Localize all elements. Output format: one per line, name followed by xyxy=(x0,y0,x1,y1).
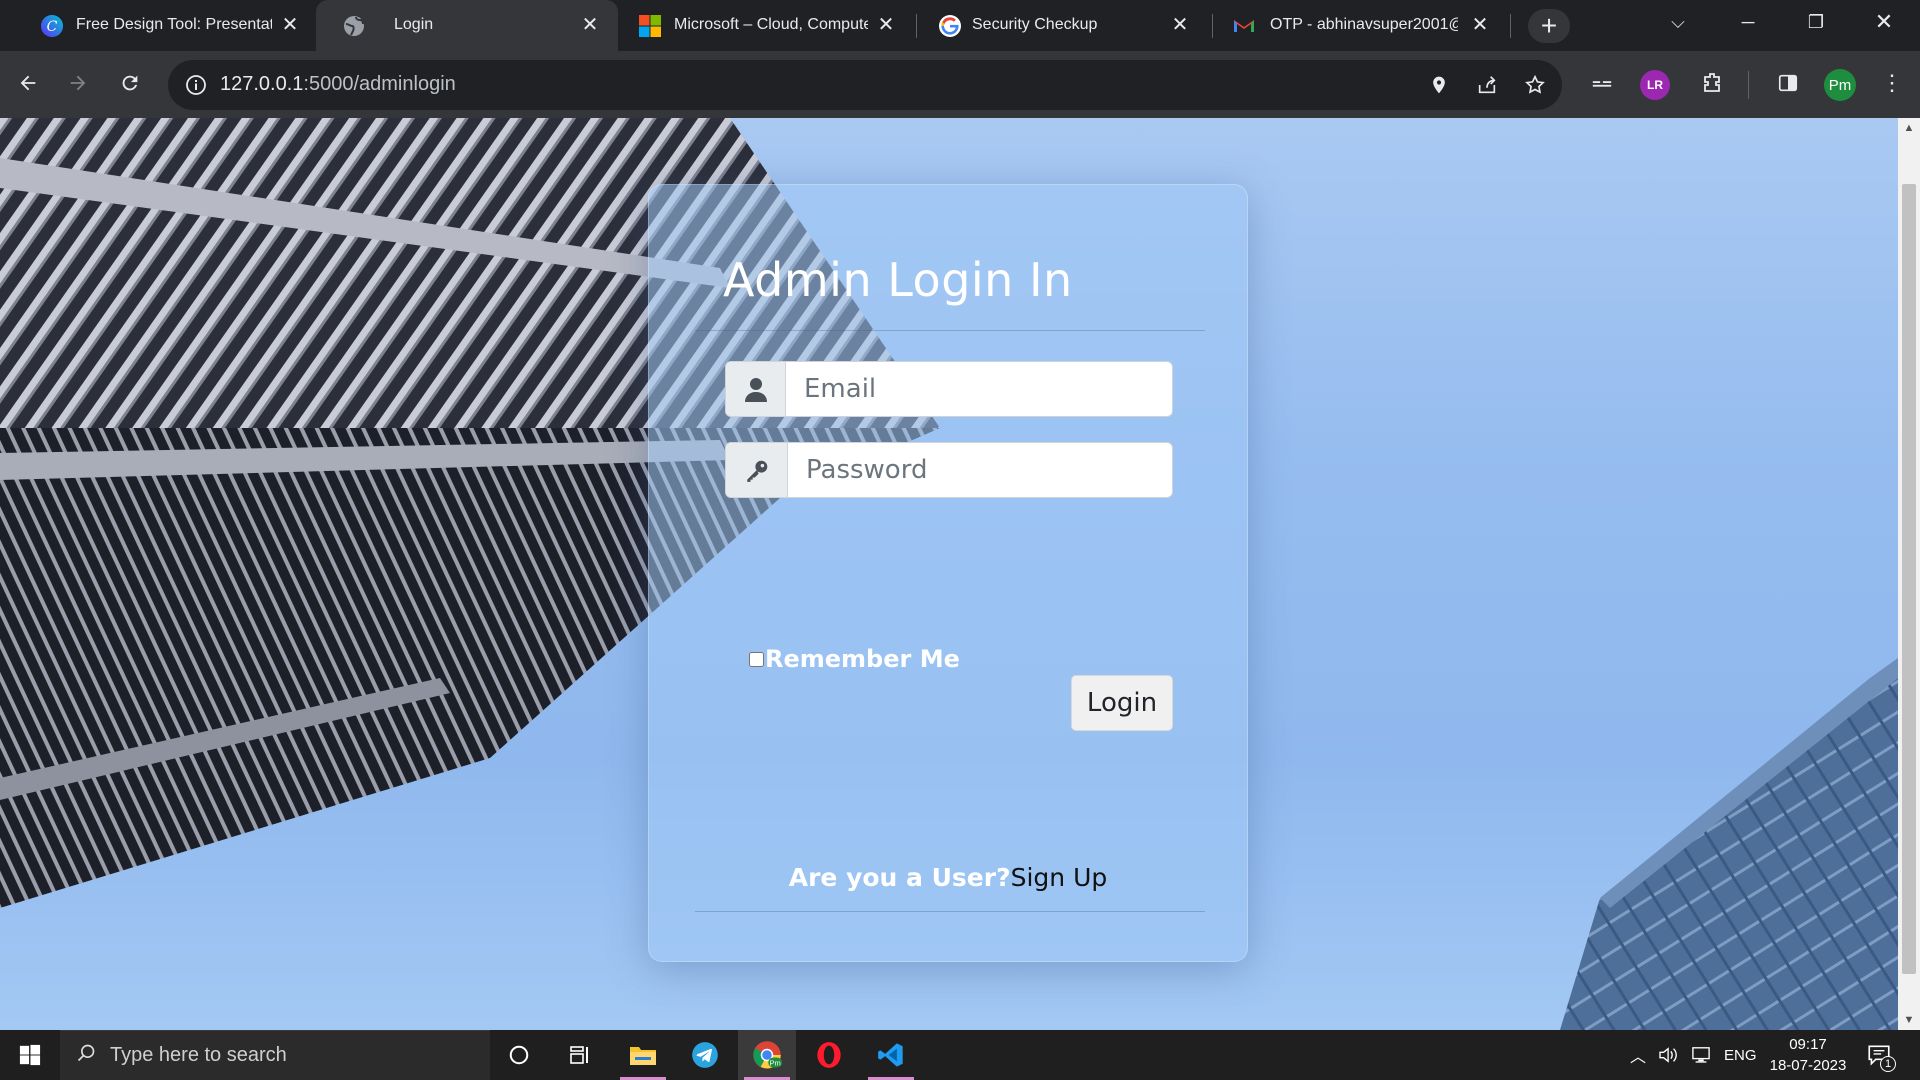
extensions-puzzle-icon[interactable] xyxy=(1694,65,1730,101)
vscode-icon[interactable] xyxy=(862,1030,920,1080)
close-window-button[interactable]: ✕ xyxy=(1851,0,1917,44)
windows-start-icon[interactable] xyxy=(0,1030,60,1080)
task-view-icon[interactable] xyxy=(552,1030,610,1080)
close-icon[interactable]: ✕ xyxy=(578,12,602,36)
remember-me-checkbox[interactable] xyxy=(749,651,764,667)
forward-arrow-icon[interactable] xyxy=(60,65,96,101)
share-icon[interactable] xyxy=(1474,72,1500,98)
password-input[interactable] xyxy=(790,443,1170,497)
key-icon xyxy=(726,443,788,497)
scroll-down-arrow-icon[interactable]: ▼ xyxy=(1898,1010,1920,1030)
password-field-group xyxy=(725,442,1173,498)
tab-search-chevron-icon[interactable]: ⌵ xyxy=(1645,0,1711,44)
bookmark-star-icon[interactable] xyxy=(1522,72,1548,98)
tab-title: Security Checkup xyxy=(972,16,1098,33)
location-pin-icon[interactable] xyxy=(1426,72,1452,98)
notification-badge: 1 xyxy=(1880,1056,1896,1072)
toolbar-divider xyxy=(1748,71,1749,99)
remember-me-label: Remember Me xyxy=(765,645,960,673)
new-tab-button[interactable]: + xyxy=(1528,9,1570,43)
tab-security-checkup[interactable]: Security Checkup ✕ xyxy=(916,0,1212,51)
google-icon xyxy=(939,15,961,37)
tab-strip: C Free Design Tool: Presentatio ✕ Login … xyxy=(0,0,1920,51)
close-icon[interactable]: ✕ xyxy=(278,12,302,36)
svg-text:C: C xyxy=(47,19,58,35)
reload-icon[interactable] xyxy=(112,65,148,101)
url-host: 127.0.0.1 xyxy=(220,73,304,95)
restore-button[interactable]: ❐ xyxy=(1783,0,1849,44)
title-divider xyxy=(695,330,1205,331)
search-icon xyxy=(76,1043,96,1069)
gmail-icon xyxy=(1234,20,1254,32)
close-icon[interactable]: ✕ xyxy=(874,12,898,36)
page-scrollbar[interactable]: ▲ ▼ xyxy=(1898,118,1920,1030)
tab-title: OTP - abhinavsuper2001@gr xyxy=(1270,16,1458,33)
login-card: Admin Login In Remember Me Login xyxy=(648,184,1248,962)
email-field-group xyxy=(725,361,1173,417)
profile-avatar[interactable]: Pm xyxy=(1824,69,1856,101)
taskbar-search[interactable]: Type here to search xyxy=(60,1030,490,1080)
clock[interactable]: 09:17 18-07-2023 xyxy=(1766,1034,1850,1076)
opera-icon[interactable] xyxy=(800,1030,858,1080)
login-button[interactable]: Login xyxy=(1071,675,1173,731)
chrome-icon[interactable]: Pm xyxy=(738,1030,796,1080)
tab-gmail[interactable]: OTP - abhinavsuper2001@gr ✕ xyxy=(1212,0,1510,51)
tab-title: Login xyxy=(394,16,434,33)
page-viewport: Admin Login In Remember Me Login Are you… xyxy=(0,118,1898,1030)
signup-link[interactable]: Sign Up xyxy=(1011,863,1108,892)
network-icon[interactable] xyxy=(1690,1030,1712,1080)
close-icon[interactable]: ✕ xyxy=(1168,12,1192,36)
scrollbar-thumb[interactable] xyxy=(1902,184,1916,974)
svg-text:Pm: Pm xyxy=(770,1059,781,1068)
footer-divider xyxy=(695,911,1205,912)
site-info-icon[interactable] xyxy=(184,73,208,97)
signup-question: Are you a User? xyxy=(788,863,1011,892)
signup-prompt: Are you a User?Sign Up xyxy=(648,863,1248,892)
file-explorer-icon[interactable] xyxy=(614,1030,672,1080)
email-input[interactable] xyxy=(788,362,1168,416)
tab-canva[interactable]: C Free Design Tool: Presentatio ✕ xyxy=(0,0,316,51)
tab-title: Free Design Tool: Presentatio xyxy=(76,16,272,33)
minimize-button[interactable]: ─ xyxy=(1715,0,1781,44)
tab-separator xyxy=(1510,14,1511,38)
notification-center-icon[interactable]: 1 xyxy=(1866,1030,1896,1080)
page-title: Admin Login In xyxy=(723,253,1073,307)
search-placeholder: Type here to search xyxy=(110,1044,287,1066)
windows-taskbar: Type here to search Pm ︿ ENG 09:17 18-07… xyxy=(0,1030,1920,1080)
cortana-icon[interactable] xyxy=(490,1030,548,1080)
remember-me[interactable]: Remember Me xyxy=(749,645,960,673)
tab-microsoft[interactable]: Microsoft – Cloud, Computer ✕ xyxy=(618,0,916,51)
back-arrow-icon[interactable] xyxy=(10,65,46,101)
tab-login[interactable]: Login ✕ xyxy=(316,0,618,51)
scroll-up-arrow-icon[interactable]: ▲ xyxy=(1898,118,1920,138)
telegram-icon[interactable] xyxy=(676,1030,734,1080)
tab-groups-icon[interactable] xyxy=(1584,65,1620,101)
volume-icon[interactable] xyxy=(1658,1030,1680,1080)
microsoft-icon xyxy=(639,15,661,37)
globe-icon xyxy=(344,16,364,36)
clock-time: 09:17 xyxy=(1789,1036,1827,1053)
language-indicator[interactable]: ENG xyxy=(1724,1030,1757,1080)
show-hidden-icons-chevron-icon[interactable]: ︿ xyxy=(1630,1030,1646,1080)
tab-title: Microsoft – Cloud, Computer xyxy=(674,16,868,33)
browser-toolbar: 127.0.0.1:5000/adminlogin LR Pm ⋮ xyxy=(0,51,1920,118)
more-menu-icon[interactable]: ⋮ xyxy=(1874,65,1910,101)
canva-icon: C xyxy=(41,15,63,37)
close-icon[interactable]: ✕ xyxy=(1468,12,1492,36)
address-bar[interactable]: 127.0.0.1:5000/adminlogin xyxy=(168,60,1562,110)
user-icon xyxy=(726,362,786,416)
extension-lr-icon[interactable]: LR xyxy=(1640,70,1670,100)
url-text[interactable]: 127.0.0.1:5000/adminlogin xyxy=(220,73,456,96)
side-panel-icon[interactable] xyxy=(1770,65,1806,101)
url-path: :5000/adminlogin xyxy=(303,73,456,95)
clock-date: 18-07-2023 xyxy=(1769,1057,1847,1074)
